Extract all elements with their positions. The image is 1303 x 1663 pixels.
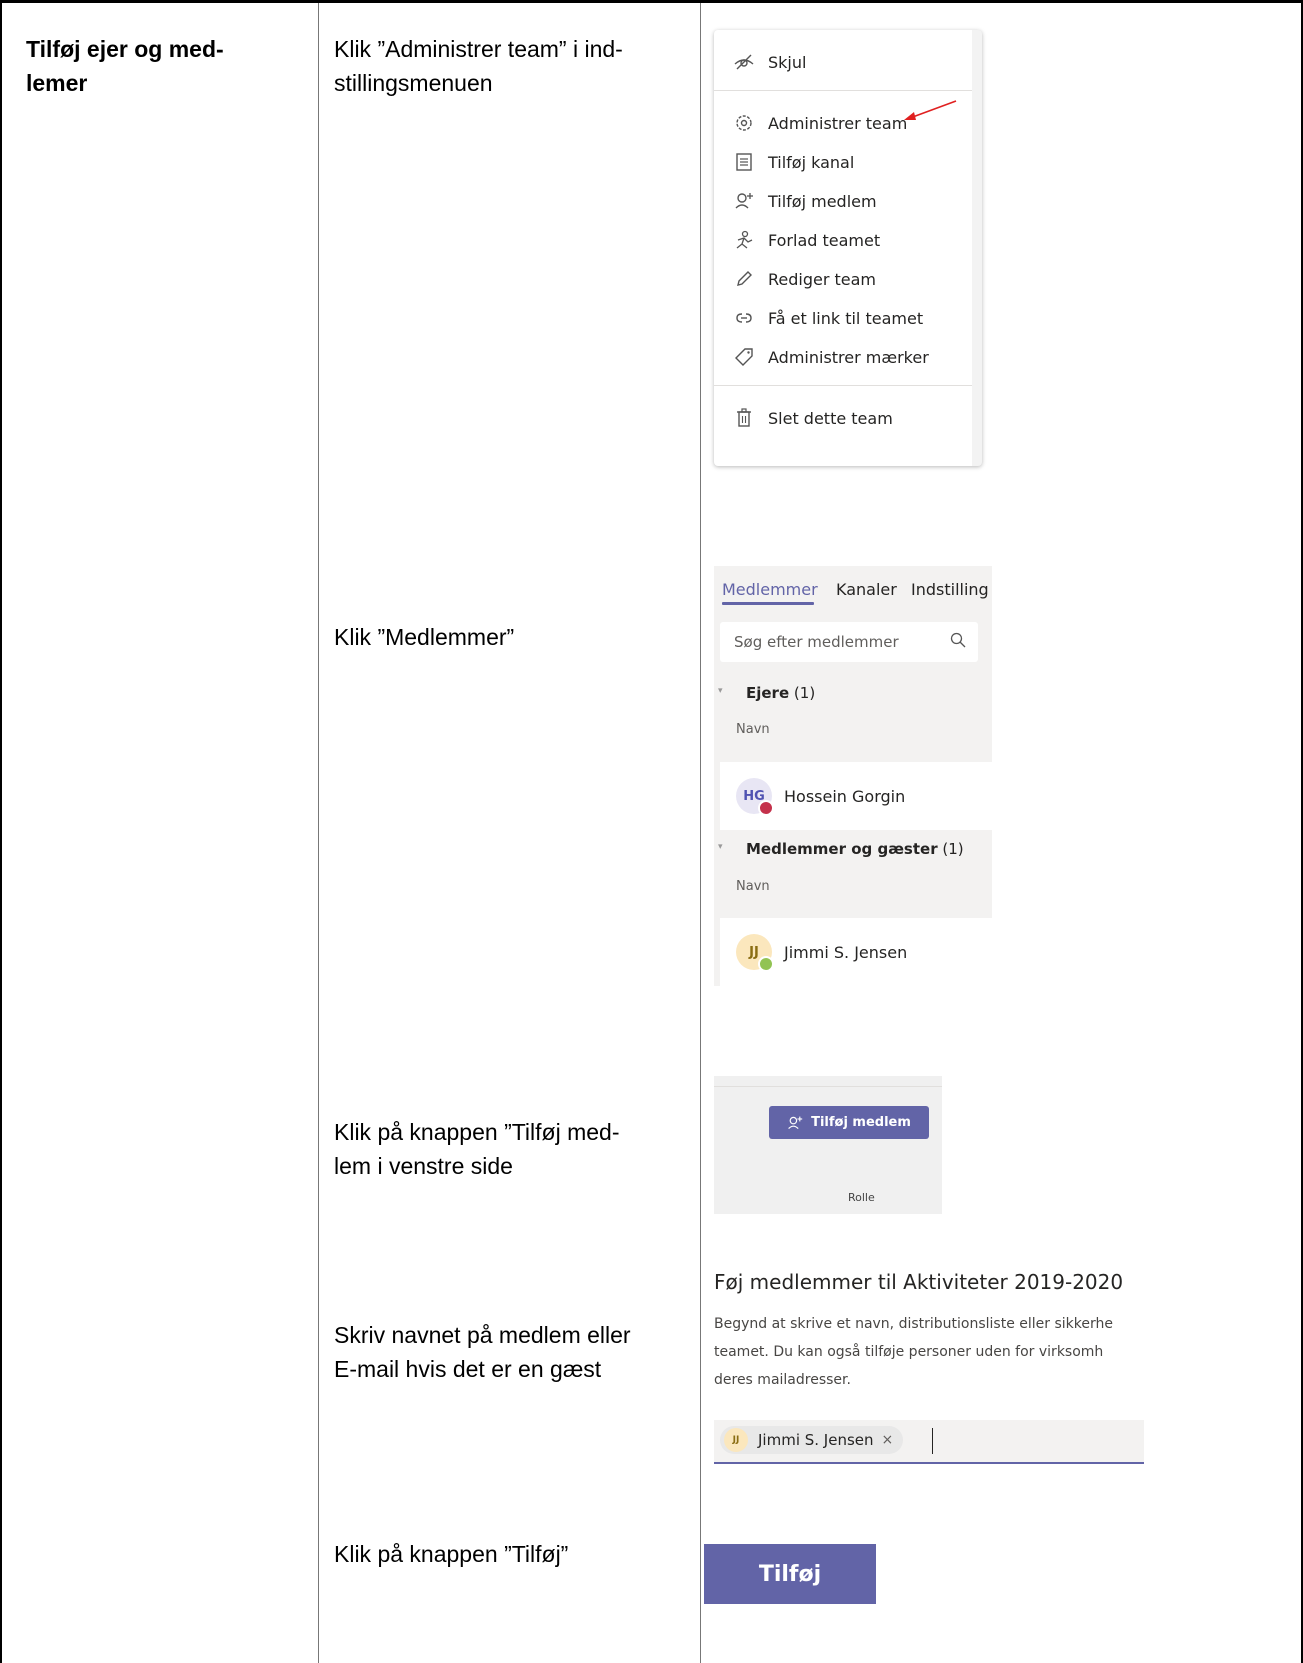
member-name: Jimmi S. Jensen [784, 942, 908, 962]
section-heading-line: lemer [26, 70, 88, 96]
menu-item-label: Administrer mærker [768, 347, 929, 367]
add-member-snippet: Tilføj medlem Rolle [714, 1076, 942, 1214]
menu-item-label: Få et link til teamet [768, 308, 924, 328]
search-placeholder: Søg efter medlemmer [734, 633, 899, 651]
chip-name: Jimmi S. Jensen [758, 1431, 874, 1449]
selected-person-chip[interactable]: JJ Jimmi S. Jensen × [720, 1426, 904, 1454]
menu-separator [714, 90, 972, 91]
channel-list-icon [732, 150, 756, 174]
add-button[interactable]: Tilføj [704, 1544, 876, 1604]
owners-count: (1) [793, 684, 816, 702]
step-5-text: Klik på knappen ”Tilføj” [334, 1537, 684, 1571]
add-members-dialog-title: Føj medlemmer til Aktiviteter 2019-2020 [714, 1270, 1124, 1294]
member-search-input[interactable]: Søg efter medlemmer [720, 622, 978, 662]
hide-eye-slash-icon [732, 50, 756, 74]
avatar-initials: JJ [749, 944, 759, 960]
step-line: Klik på knappen ”Tilføj” [334, 1541, 569, 1567]
menu-item-label: Administrer team [768, 113, 908, 133]
divider [714, 1086, 942, 1087]
menu-item-label: Skjul [768, 52, 807, 72]
add-person-icon [787, 1115, 803, 1131]
step-line: Klik ”Medlemmer” [334, 624, 515, 650]
step-1-text: Klik ”Administrer team” i ind- stillings… [334, 32, 684, 100]
add-member-button[interactable]: Tilføj medlem [769, 1106, 929, 1139]
member-name: Hossein Gorgin [784, 786, 906, 806]
people-picker-input[interactable]: JJ Jimmi S. Jensen × [714, 1420, 1144, 1464]
table-top-border [0, 0, 1303, 3]
add-member-label: Tilføj medlem [811, 1115, 911, 1130]
presence-busy-dot [758, 800, 774, 816]
owners-title: Ejere [746, 684, 790, 702]
step-line: stillingsmenuen [334, 70, 493, 96]
menu-item-label: Tilføj kanal [768, 152, 855, 172]
menu-item-leave-team[interactable]: Forlad teamet [714, 220, 972, 260]
trash-icon [732, 406, 756, 430]
active-tab-indicator [722, 602, 814, 605]
presence-available-dot [758, 956, 774, 972]
step-line: Klik ”Administrer team” i ind- [334, 36, 623, 62]
text-cursor [932, 1428, 933, 1454]
chip-avatar: JJ [724, 1428, 748, 1452]
description-line: teamet. Du kan også tilføje personer ude… [714, 1344, 1104, 1360]
guests-count: (1) [942, 840, 964, 858]
menu-item-hide[interactable]: Skjul [714, 42, 972, 82]
menu-item-label: Slet dette team [768, 408, 893, 428]
menu-item-add-member[interactable]: Tilføj medlem [714, 181, 972, 221]
team-settings-menu: Skjul Administrer team Tilføj kanal Tilf… [714, 30, 982, 466]
collapse-caret-icon: ▾ [718, 686, 723, 696]
pencil-icon [732, 267, 756, 291]
collapse-caret-icon: ▾ [718, 842, 723, 852]
members-panel: Medlemmer Kanaler Indstilling Søg efter … [714, 566, 992, 986]
column-header-name: Navn [736, 879, 770, 894]
members-tabs: Medlemmer Kanaler Indstilling [714, 566, 992, 612]
add-members-dialog-description: Begynd at skrive et navn, distributionsl… [714, 1310, 1144, 1394]
gear-icon [732, 111, 756, 135]
avatar: HG [736, 778, 774, 816]
menu-item-manage-tags[interactable]: Administrer mærker [714, 337, 972, 377]
member-row[interactable]: HG Hossein Gorgin [720, 762, 992, 830]
tab-settings[interactable]: Indstilling [911, 580, 989, 599]
table-left-border [0, 3, 2, 1663]
tab-channels[interactable]: Kanaler [836, 580, 897, 599]
menu-item-get-link[interactable]: Få et link til teamet [714, 298, 972, 338]
red-arrow-annotation [904, 100, 957, 120]
section-heading: Tilføj ejer og med- lemer [26, 32, 286, 100]
link-icon [732, 306, 756, 330]
tab-members[interactable]: Medlemmer [722, 580, 818, 599]
step-3-text: Klik på knappen ”Tilføj med- lem i venst… [334, 1115, 684, 1183]
menu-item-delete-team[interactable]: Slet dette team [714, 398, 972, 438]
member-row[interactable]: JJ Jimmi S. Jensen [720, 918, 992, 986]
column-divider [318, 3, 319, 1663]
description-line: Begynd at skrive et navn, distributionsl… [714, 1316, 1113, 1332]
step-4-text: Skriv navnet på medlem eller E-mail hvis… [334, 1318, 694, 1386]
role-column-header: Rolle [848, 1191, 875, 1204]
menu-item-add-channel[interactable]: Tilføj kanal [714, 142, 972, 182]
search-icon [950, 632, 966, 652]
step-line: Skriv navnet på medlem eller [334, 1322, 631, 1348]
step-line: Klik på knappen ”Tilføj med- [334, 1119, 620, 1145]
avatar: JJ [736, 934, 774, 972]
menu-separator [714, 385, 972, 386]
description-line: deres mailadresser. [714, 1372, 851, 1388]
add-person-icon [732, 189, 756, 213]
guests-title: Medlemmer og gæster [746, 840, 938, 858]
menu-item-label: Forlad teamet [768, 230, 881, 250]
column-header-name: Navn [736, 722, 770, 737]
leave-team-icon [732, 228, 756, 252]
section-heading-line: Tilføj ejer og med- [26, 36, 224, 62]
menu-item-label: Tilføj medlem [768, 191, 877, 211]
menu-item-edit-team[interactable]: Rediger team [714, 259, 972, 299]
remove-chip-icon[interactable]: × [882, 1432, 894, 1448]
step-line: lem i venstre side [334, 1153, 513, 1179]
column-divider [700, 3, 701, 1663]
step-line: E-mail hvis det er en gæst [334, 1356, 602, 1382]
menu-item-label: Rediger team [768, 269, 877, 289]
step-2-text: Klik ”Medlemmer” [334, 620, 684, 654]
tag-icon [732, 345, 756, 369]
